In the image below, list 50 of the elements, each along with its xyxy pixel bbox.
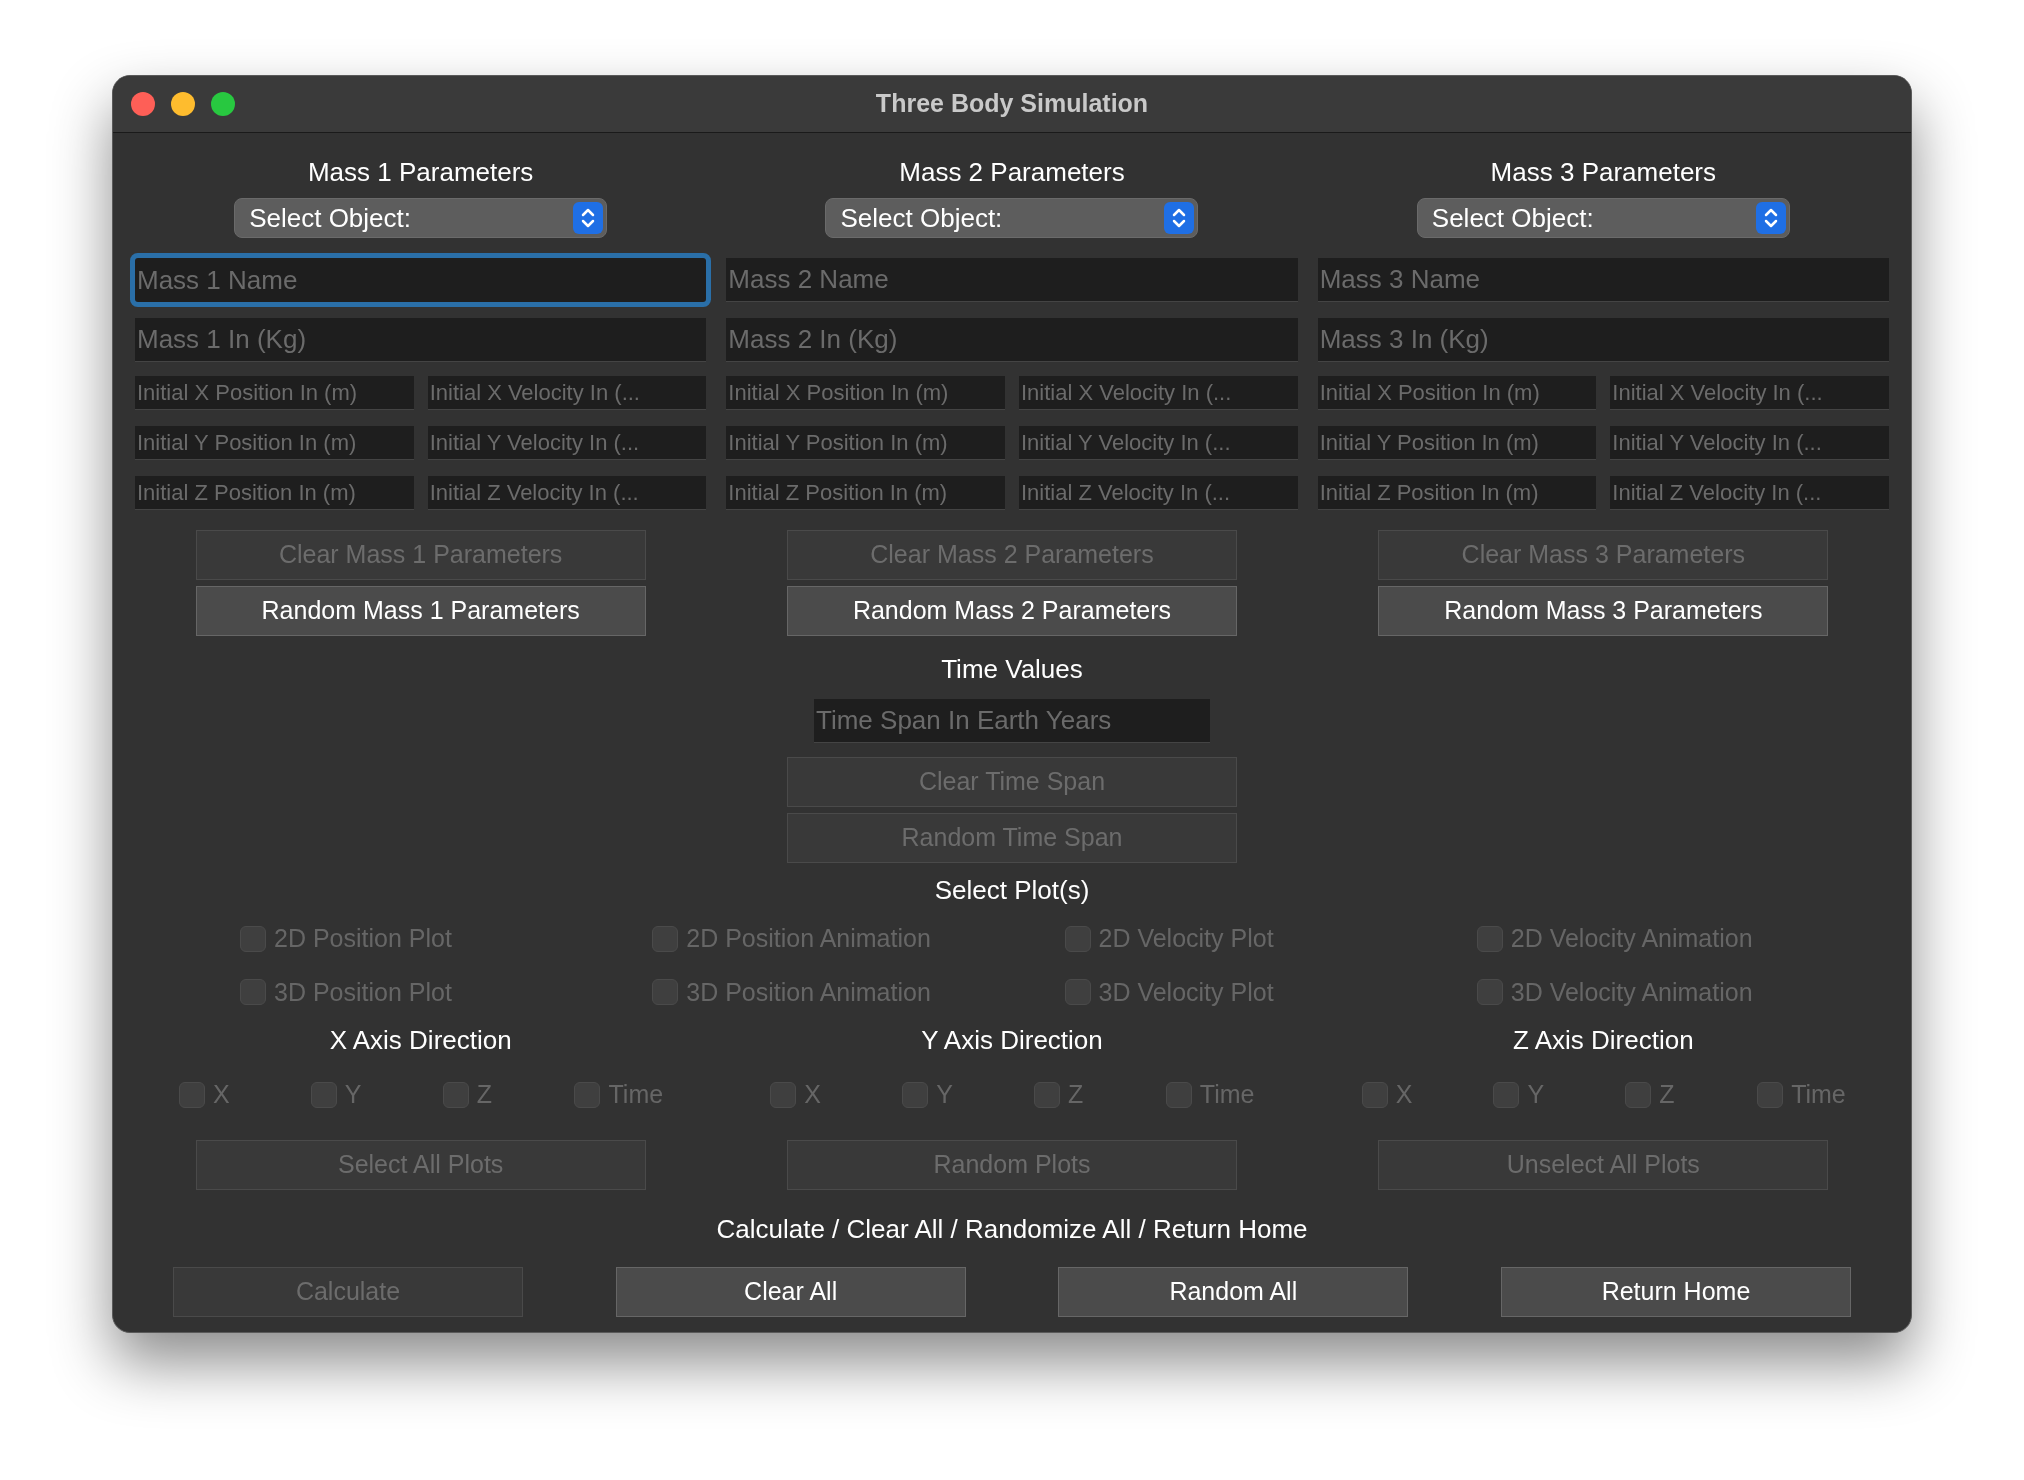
updown-chevron-icon — [573, 202, 604, 234]
text-field[interactable]: Initial Y Position In (m) — [1317, 426, 1597, 460]
section-heading: Calculate / Clear All / Randomize All / Return Home — [716, 1212, 1308, 1246]
text-field[interactable]: Initial Y Position In (m) — [726, 426, 1005, 460]
section-heading: Mass 2 Parameters — [899, 156, 1125, 187]
object-dropdown[interactable]: Select Object: — [1416, 198, 1790, 238]
updown-chevron-icon — [1755, 202, 1786, 234]
text-field[interactable]: Initial Z Velocity In (... — [1610, 476, 1889, 510]
object-dropdown[interactable]: Select Object: — [825, 198, 1199, 238]
section-heading: X Axis Direction — [329, 1024, 512, 1057]
text-field[interactable]: Mass 3 Name — [1317, 258, 1889, 302]
section-heading: Select Plot(s) — [934, 874, 1090, 907]
object-dropdown[interactable]: Select Object: — [234, 198, 608, 238]
text-field[interactable]: Mass 1 In (Kg) — [135, 318, 707, 362]
window-title: Three Body Simulation — [875, 88, 1149, 120]
text-field[interactable]: Initial Z Position In (m) — [1317, 476, 1597, 510]
text-field[interactable]: Initial X Velocity In (... — [1610, 376, 1889, 410]
text-field[interactable]: Initial Y Velocity In (... — [1019, 426, 1298, 460]
push-button[interactable]: Random All — [1058, 1266, 1409, 1317]
text-field[interactable]: Initial X Position In (m) — [726, 376, 1005, 410]
push-button[interactable]: Random Mass 2 Parameters — [787, 586, 1237, 636]
text-field[interactable]: Initial X Position In (m) — [135, 376, 414, 410]
text-field[interactable]: Initial X Velocity In (... — [1019, 376, 1298, 410]
text-field[interactable]: Mass 2 Name — [726, 258, 1298, 302]
text-field[interactable]: Initial Y Position In (m) — [135, 426, 414, 460]
text-field[interactable]: Mass 3 In (Kg) — [1317, 318, 1889, 362]
section-heading: Time Values — [941, 653, 1083, 686]
text-field[interactable]: Initial Y Velocity In (... — [1610, 426, 1889, 460]
text-field[interactable]: Initial X Position In (m) — [1317, 376, 1597, 410]
text-field[interactable]: Initial Y Velocity In (... — [427, 426, 707, 460]
minimize-icon[interactable] — [171, 92, 195, 116]
text-field[interactable]: Mass 2 In (Kg) — [726, 318, 1298, 362]
section-heading: Z Axis Direction — [1513, 1024, 1694, 1057]
section-heading: Y Axis Direction — [921, 1024, 1103, 1057]
push-button[interactable]: Return Home — [1500, 1266, 1851, 1317]
push-button[interactable]: Random Mass 1 Parameters — [195, 586, 646, 636]
text-field[interactable]: Initial Z Position In (m) — [135, 476, 414, 510]
updown-chevron-icon — [1164, 202, 1195, 234]
text-field[interactable]: Mass 1 Name — [135, 258, 707, 302]
text-field[interactable]: Initial X Velocity In (... — [427, 376, 707, 410]
text-field[interactable]: Initial Z Velocity In (... — [1019, 476, 1298, 510]
push-button[interactable]: Random Mass 3 Parameters — [1378, 586, 1829, 636]
section-heading: Mass 3 Parameters — [1490, 156, 1716, 187]
text-field[interactable]: Time Span In Earth Years — [814, 699, 1210, 743]
text-field[interactable]: Initial Z Velocity In (... — [427, 476, 707, 510]
section-heading: Mass 1 Parameters — [307, 156, 534, 187]
push-button[interactable]: Clear All — [615, 1266, 966, 1317]
close-icon[interactable] — [131, 92, 155, 116]
text-field[interactable]: Initial Z Position In (m) — [726, 476, 1005, 510]
zoom-icon[interactable] — [211, 92, 235, 116]
